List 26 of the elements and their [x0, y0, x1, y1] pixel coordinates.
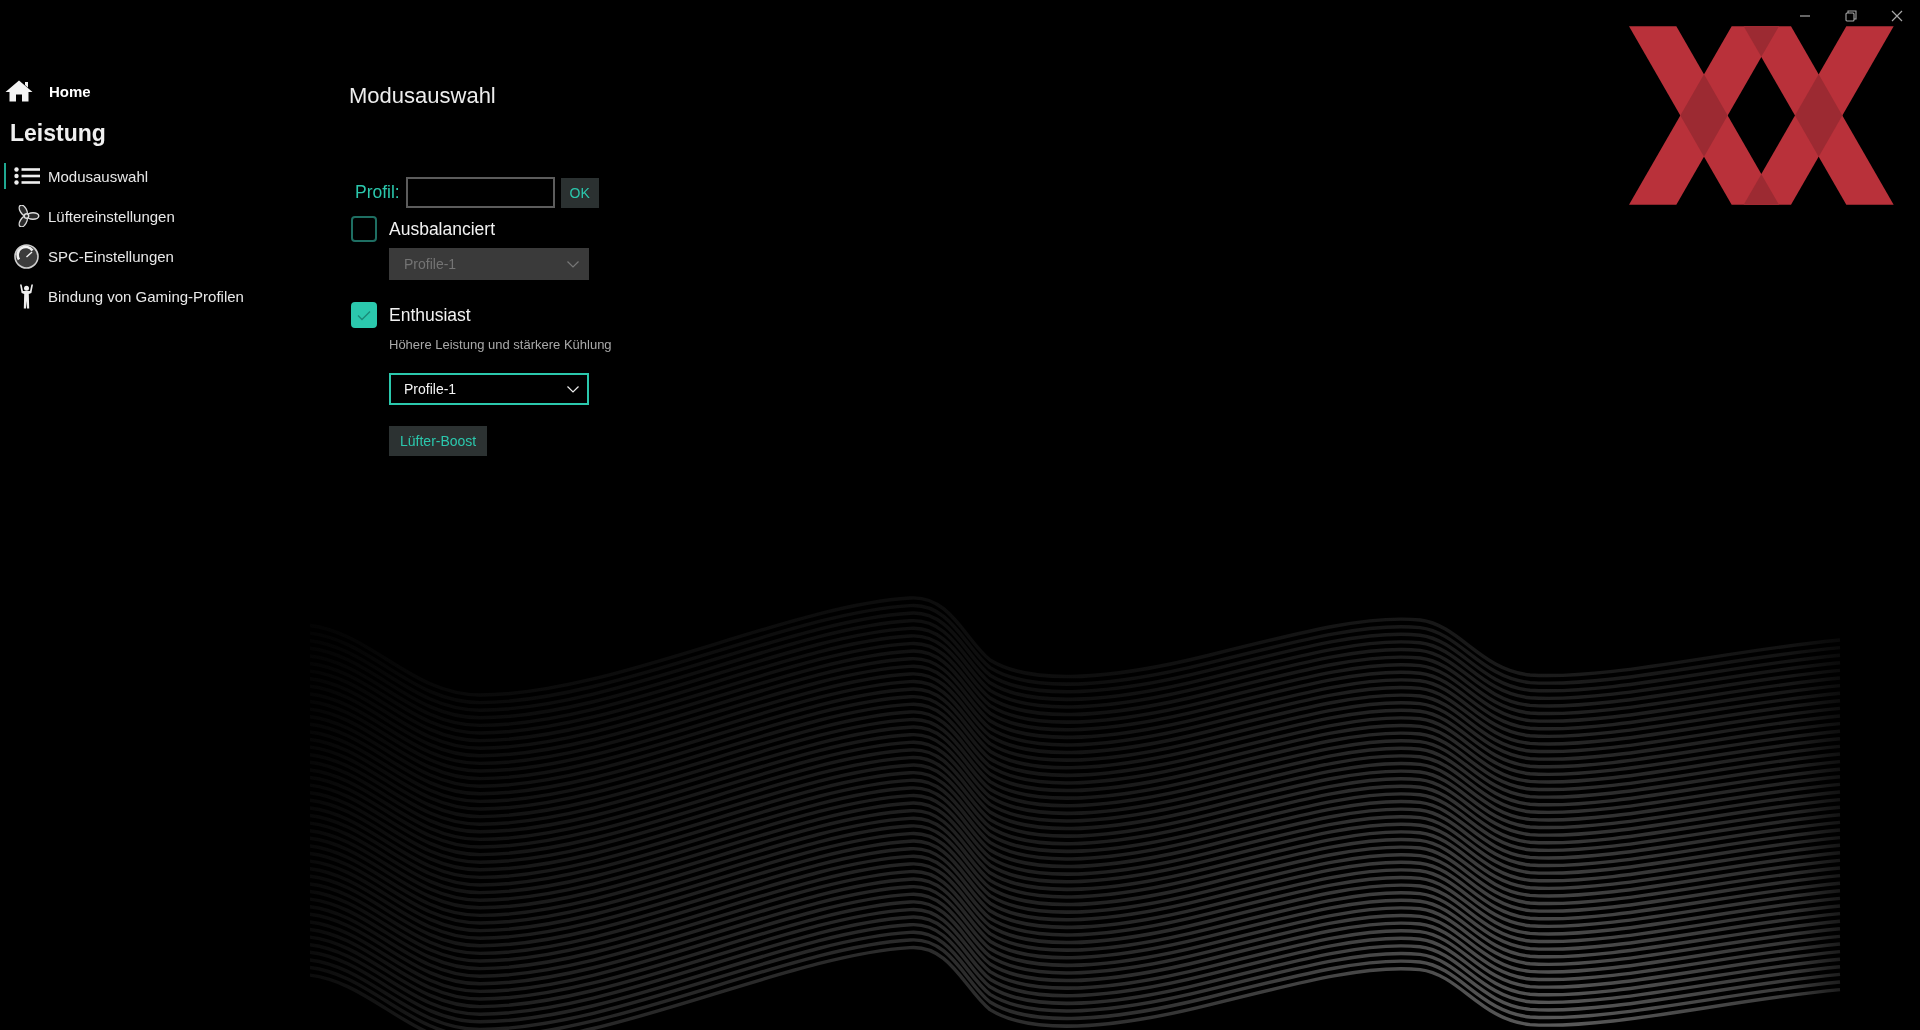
mode-description: Höhere Leistung und stärkere Kühlung [389, 337, 612, 353]
profile-label: Profil: [354, 182, 400, 203]
restore-icon[interactable] [1845, 10, 1857, 22]
home-icon [5, 80, 33, 102]
chevron-down-icon [567, 260, 579, 268]
checkbox[interactable] [351, 302, 377, 328]
profile-dropdown[interactable]: Profile-1 [389, 373, 589, 405]
sidebar-item[interactable]: Modusauswahl [4, 163, 149, 189]
sidebar-item[interactable]: Bindung von Gaming-Profilen [4, 283, 244, 309]
profile-input-field[interactable] [405, 177, 555, 208]
checkbox-label[interactable]: Ausbalanciert [389, 218, 496, 240]
ok-button[interactable]: OK [560, 177, 599, 208]
page-title: Modusauswahl [349, 83, 496, 109]
person-arms-raised-icon [19, 283, 34, 309]
chevron-down-icon [567, 385, 579, 393]
checkbox[interactable] [351, 216, 377, 242]
home-link[interactable]: Home [5, 80, 91, 102]
gauge-icon [14, 243, 39, 269]
close-icon[interactable] [1891, 10, 1903, 22]
check-icon [357, 309, 371, 321]
sidebar-item[interactable]: Lüftereinstellungen [4, 203, 175, 229]
list-icon [13, 167, 40, 185]
section-heading: Leistung [10, 119, 106, 147]
fan-boost-button[interactable]: Lüfter-Boost [389, 426, 488, 456]
sidebar-item[interactable]: SPC-Einstellungen [4, 243, 174, 269]
checkbox-label[interactable]: Enthusiast [389, 304, 471, 326]
